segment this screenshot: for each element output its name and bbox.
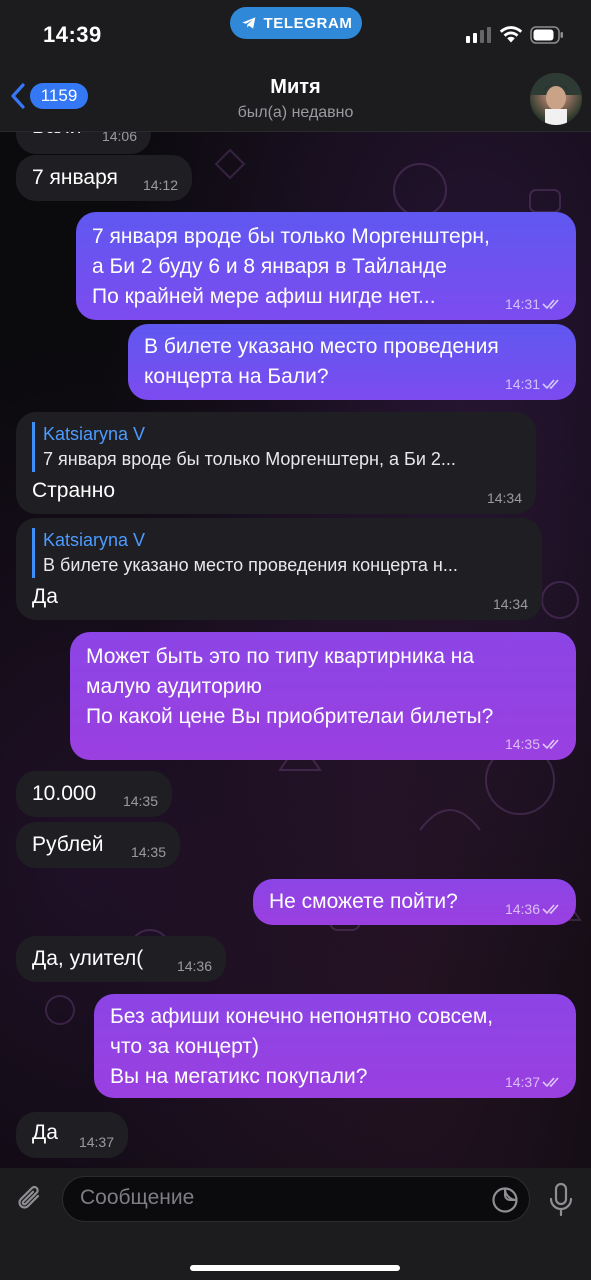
- message-time: 14:37: [78, 1134, 114, 1150]
- message-line: Без афиши конечно непонятно совсем,: [110, 1005, 494, 1028]
- double-check-icon: [542, 739, 559, 750]
- reply-text: 7 января вроде бы только Моргенштерн, а …: [43, 449, 456, 469]
- message-incoming[interactable]: 10.000 14:35: [16, 771, 172, 817]
- message-outgoing[interactable]: Без афиши конечно непонятно совсем, что …: [94, 994, 576, 1098]
- home-indicator[interactable]: [190, 1265, 400, 1271]
- message-time: 14:31: [505, 376, 562, 392]
- message-incoming[interactable]: Да, улител( 14:36: [16, 936, 226, 982]
- microphone-icon[interactable]: [548, 1182, 574, 1218]
- telegram-pill-label: TELEGRAM: [263, 14, 353, 32]
- message-line: По какой цене Вы приобрителаи билеты?: [86, 705, 494, 728]
- sticker-icon[interactable]: [491, 1186, 519, 1214]
- reply-author: Katsiaryna V: [43, 530, 146, 550]
- message-incoming[interactable]: 7 января 14:12: [16, 155, 192, 201]
- paperclip-icon[interactable]: [14, 1182, 44, 1216]
- status-time: 14:39: [43, 22, 102, 47]
- cellular-signal-icon: [466, 27, 491, 43]
- message-time: 14:12: [142, 177, 178, 193]
- message-time: 14:35: [122, 793, 158, 809]
- message-incoming-reply[interactable]: Katsiaryna V 7 января вроде бы только Мо…: [16, 412, 536, 514]
- message-text: Странно: [32, 479, 116, 502]
- message-line: малую аудиторию: [86, 675, 262, 698]
- status-bar: 14:39 TELEGRAM: [0, 0, 591, 62]
- message-line: что за концерт): [110, 1035, 259, 1058]
- reply-quote[interactable]: Katsiaryna V 7 января вроде бы только Мо…: [32, 422, 520, 472]
- reply-quote[interactable]: Katsiaryna V В билете указано место пров…: [32, 528, 526, 578]
- message-text: 7 января: [32, 166, 118, 189]
- message-time: 14:36: [505, 901, 562, 917]
- double-check-icon: [542, 379, 559, 390]
- message-line: Вы на мегатикс покупали?: [110, 1065, 368, 1088]
- telegram-icon: [241, 17, 255, 29]
- message-line: концерта на Бали?: [144, 365, 329, 388]
- message-line: В билете указано место проведения: [144, 335, 499, 358]
- message-text: Не сможете пойти?: [269, 890, 458, 913]
- message-incoming[interactable]: Да 14:37: [16, 1112, 128, 1158]
- message-input-placeholder: Сообщение: [80, 1186, 195, 1209]
- wifi-icon: [499, 26, 523, 43]
- message-text: 10.000: [32, 782, 97, 805]
- message-time: 14:36: [176, 958, 212, 974]
- message-outgoing[interactable]: Может быть это по типу квартирника на ма…: [70, 632, 576, 760]
- message-text: Да: [32, 1121, 58, 1144]
- message-incoming[interactable]: Рублей 14:35: [16, 822, 180, 868]
- message-text: Да: [32, 585, 58, 608]
- double-check-icon: [542, 1077, 559, 1088]
- message-time: 14:35: [505, 736, 562, 752]
- message-line: 7 января вроде бы только Моргенштерн,: [92, 225, 490, 248]
- double-check-icon: [542, 904, 559, 915]
- message-time: 14:37: [505, 1074, 562, 1090]
- telegram-pill[interactable]: TELEGRAM: [230, 7, 362, 39]
- battery-icon: [530, 26, 563, 44]
- chat-title[interactable]: Митя: [0, 76, 591, 99]
- message-text: Да, улител(: [32, 947, 144, 970]
- chat-subtitle: был(а) недавно: [237, 104, 354, 121]
- message-outgoing[interactable]: В билете указано место проведения концер…: [128, 324, 576, 400]
- message-time: 14:34: [486, 490, 522, 506]
- message-incoming-reply[interactable]: Katsiaryna V В билете указано место пров…: [16, 518, 542, 620]
- message-composer: Сообщение: [0, 1168, 591, 1280]
- message-line: а Би 2 буду 6 и 8 января в Тайланде: [92, 255, 447, 278]
- message-outgoing[interactable]: 7 января вроде бы только Моргенштерн, а …: [76, 212, 576, 320]
- message-outgoing[interactable]: Не сможете пойти? 14:36: [253, 879, 576, 925]
- message-time: 14:34: [492, 596, 528, 612]
- message-time: 14:31: [505, 296, 562, 312]
- avatar[interactable]: [530, 73, 582, 125]
- message-line: По крайней мере афиш нигде нет...: [92, 285, 436, 308]
- message-time: 14:35: [130, 844, 166, 860]
- chat-header-overlay: 1159 Митя был(а) недавно: [0, 62, 591, 132]
- reply-author: Katsiaryna V: [43, 424, 146, 444]
- message-text: Рублей: [32, 833, 104, 856]
- reply-text: В билете указано место проведения концер…: [43, 555, 458, 575]
- message-line: Может быть это по типу квартирника на: [86, 645, 475, 668]
- double-check-icon: [542, 299, 559, 310]
